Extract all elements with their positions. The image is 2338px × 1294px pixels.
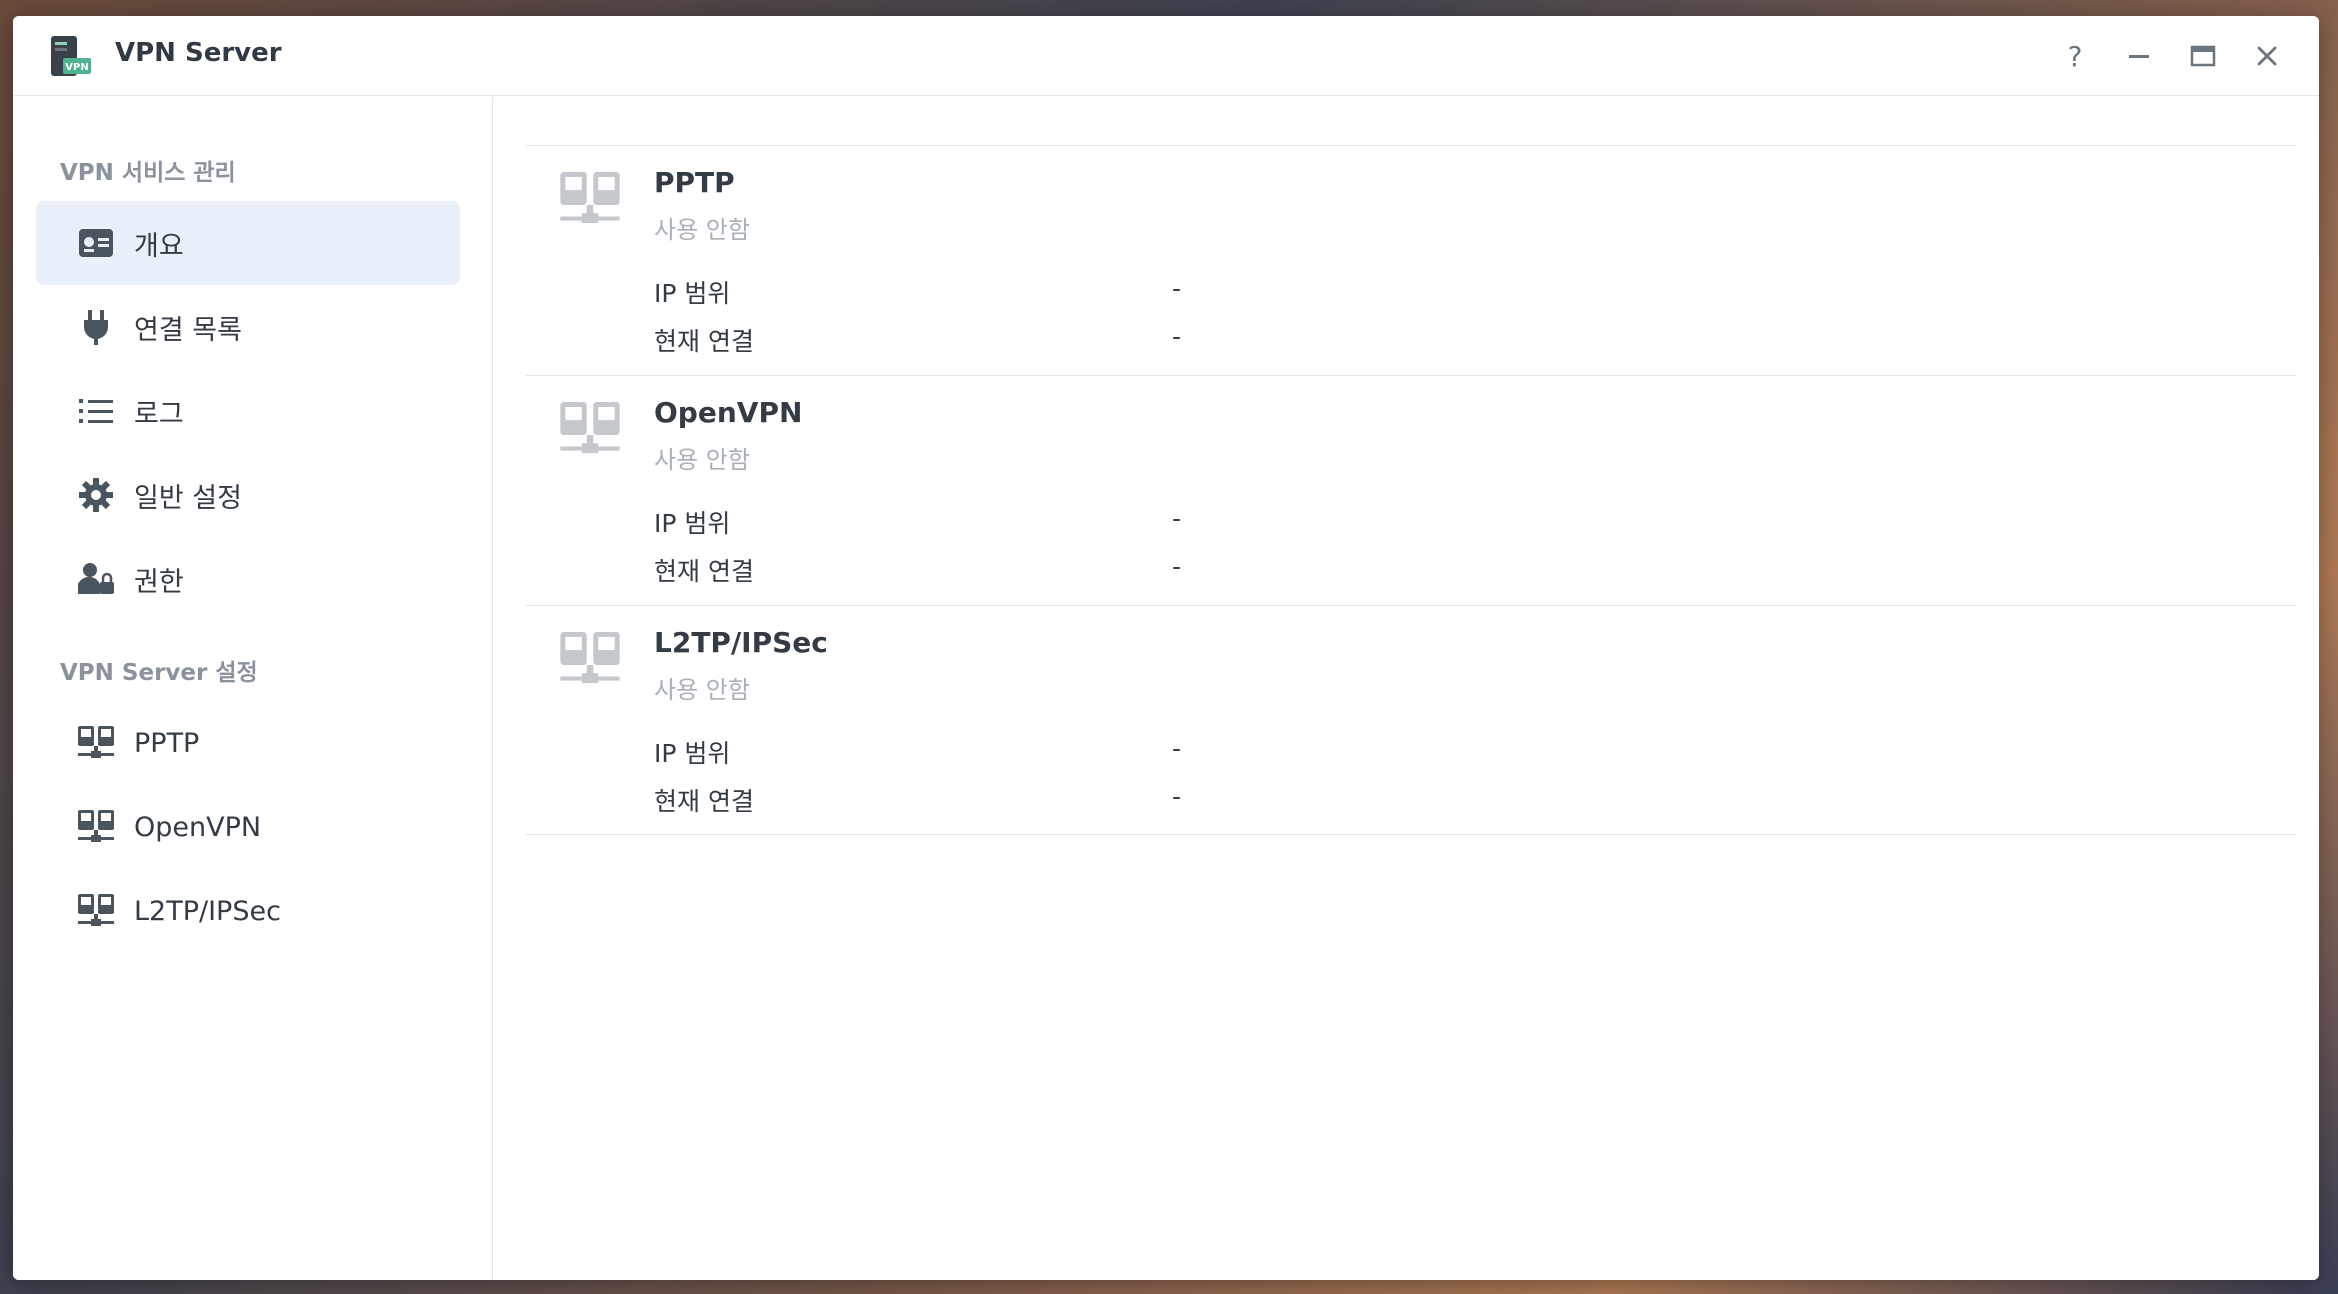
sidebar-item-label: 로그 bbox=[134, 398, 184, 430]
sidebar-item-label: PPTP bbox=[134, 727, 200, 759]
current-connections-value: - bbox=[1172, 322, 1182, 351]
current-connections-label: 현재 연결 bbox=[654, 557, 754, 586]
ip-range-value: - bbox=[1172, 274, 1182, 303]
sidebar-item-label: OpenVPN bbox=[134, 811, 262, 843]
ip-range-label: IP 범위 bbox=[654, 509, 731, 538]
sidebar-item-log[interactable]: 로그 bbox=[36, 369, 460, 453]
svg-text:VPN: VPN bbox=[65, 62, 88, 73]
service-card-pptp[interactable]: PPTP 사용 안함 IP 범위 - 현재 연결 - bbox=[526, 145, 2296, 375]
service-name: OpenVPN bbox=[654, 396, 803, 429]
sidebar-item-label: 권한 bbox=[134, 566, 184, 598]
current-connections-label: 현재 연결 bbox=[654, 787, 754, 816]
sidebar-item-label: 연결 목록 bbox=[134, 314, 242, 346]
app-window: VPN VPN Server ? VPN 서비스 관리 개요 연결 목록 로그 … bbox=[13, 16, 2319, 1280]
service-status: 사용 안함 bbox=[654, 446, 750, 474]
ip-range-value: - bbox=[1172, 504, 1182, 533]
minimize-icon[interactable] bbox=[2121, 38, 2157, 74]
sidebar: VPN 서비스 관리 개요 연결 목록 로그 일반 설정 권한 VPN Serv… bbox=[13, 97, 493, 1280]
network-icon bbox=[76, 723, 116, 763]
service-status: 사용 안함 bbox=[654, 676, 750, 704]
sidebar-item-l2tp-ipsec[interactable]: L2TP/IPSec bbox=[36, 869, 460, 953]
sidebar-item-label: L2TP/IPSec bbox=[134, 895, 281, 927]
network-icon bbox=[76, 807, 116, 847]
network-icon bbox=[76, 891, 116, 931]
sidebar-item-pptp[interactable]: PPTP bbox=[36, 701, 460, 785]
current-connections-label: 현재 연결 bbox=[654, 327, 754, 356]
help-icon[interactable]: ? bbox=[2057, 38, 2093, 74]
service-name: PPTP bbox=[654, 166, 735, 199]
close-icon[interactable] bbox=[2249, 38, 2285, 74]
gear-icon bbox=[76, 475, 116, 515]
ip-range-label: IP 범위 bbox=[654, 279, 731, 308]
list-icon bbox=[76, 391, 116, 431]
network-icon bbox=[560, 172, 620, 232]
current-connections-value: - bbox=[1172, 782, 1182, 811]
sidebar-item-openvpn[interactable]: OpenVPN bbox=[36, 785, 460, 869]
ip-range-value: - bbox=[1172, 734, 1182, 763]
maximize-icon[interactable] bbox=[2185, 38, 2221, 74]
network-icon bbox=[560, 632, 620, 692]
sidebar-item-label: 개요 bbox=[134, 230, 184, 262]
section-title-vpn-service-management: VPN 서비스 관리 bbox=[60, 160, 236, 186]
service-card-openvpn[interactable]: OpenVPN 사용 안함 IP 범위 - 현재 연결 - bbox=[526, 375, 2296, 605]
plug-icon bbox=[76, 307, 116, 347]
sidebar-item-overview[interactable]: 개요 bbox=[36, 201, 460, 285]
service-name: L2TP/IPSec bbox=[654, 626, 828, 659]
title-bar: VPN VPN Server ? bbox=[13, 16, 2319, 96]
ip-range-label: IP 범위 bbox=[654, 739, 731, 768]
sidebar-item-permissions[interactable]: 권한 bbox=[36, 537, 460, 621]
sidebar-item-general-settings[interactable]: 일반 설정 bbox=[36, 453, 460, 537]
vpn-server-app-icon: VPN bbox=[47, 34, 91, 78]
current-connections-value: - bbox=[1172, 552, 1182, 581]
service-card-l2tp-ipsec[interactable]: L2TP/IPSec 사용 안함 IP 범위 - 현재 연결 - bbox=[526, 605, 2296, 835]
window-title: VPN Server bbox=[115, 38, 282, 68]
network-icon bbox=[560, 402, 620, 462]
overview-card-icon bbox=[76, 223, 116, 263]
sidebar-item-connection-list[interactable]: 연결 목록 bbox=[36, 285, 460, 369]
sidebar-item-label: 일반 설정 bbox=[134, 482, 242, 514]
main-content: PPTP 사용 안함 IP 범위 - 현재 연결 - OpenVPN 사용 안함… bbox=[494, 97, 2319, 1280]
user-lock-icon bbox=[76, 559, 116, 599]
section-title-vpn-server-settings: VPN Server 설정 bbox=[60, 660, 258, 686]
service-status: 사용 안함 bbox=[654, 216, 750, 244]
